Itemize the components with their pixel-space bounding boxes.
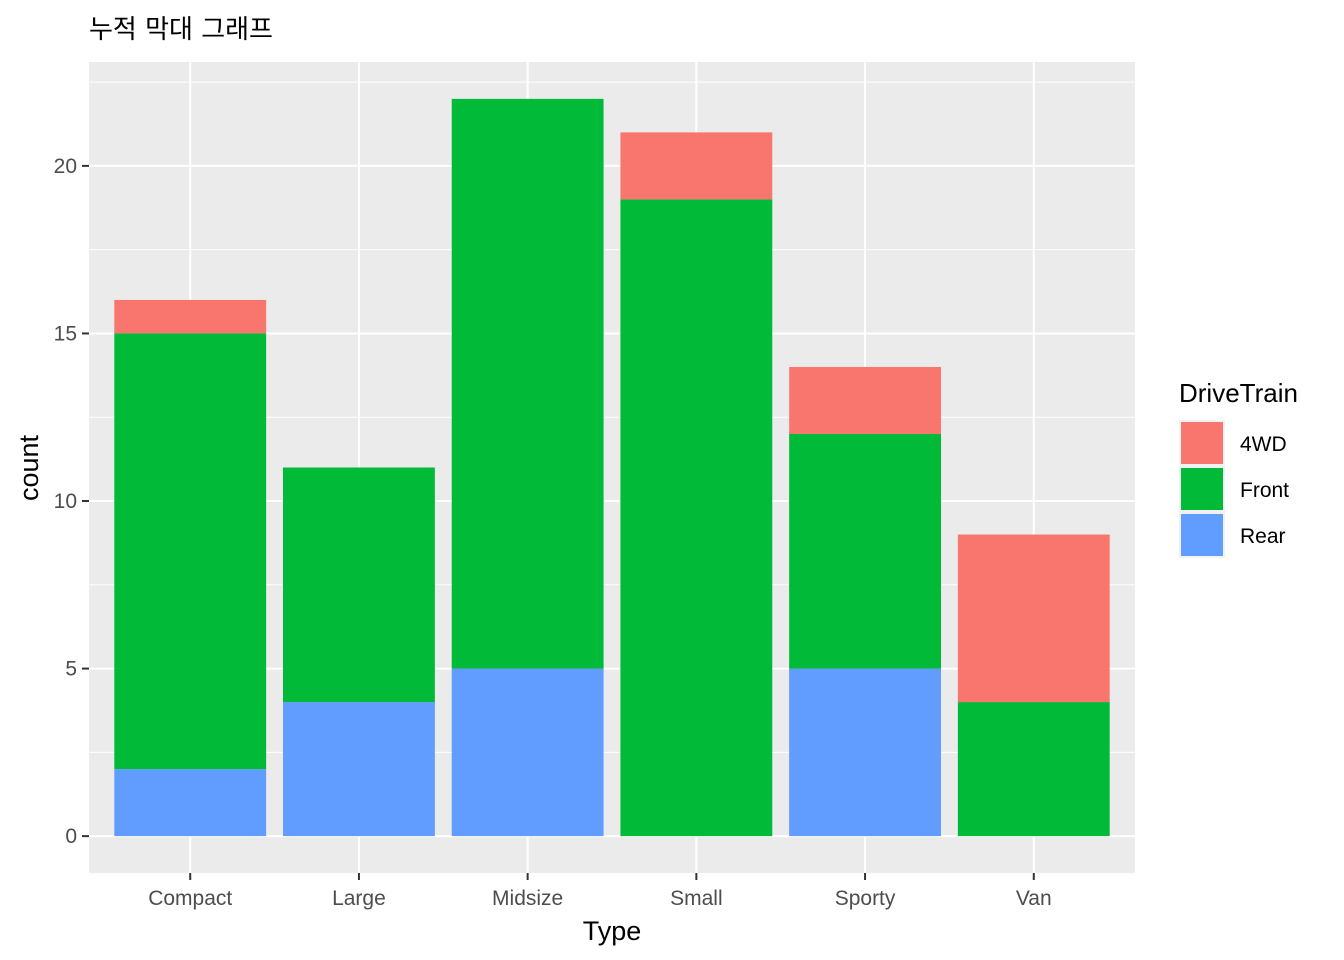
legend: DriveTrain 4WD Front Rear <box>1179 378 1298 558</box>
legend-key-4wd <box>1181 422 1223 464</box>
bar-segment-sporty-4wd <box>789 366 941 434</box>
x-axis: Compact Large Midsize Small Sporty Van <box>148 873 1052 910</box>
x-axis-title: Type <box>583 916 642 946</box>
chart-title: 누적 막대 그래프 <box>89 15 273 45</box>
bar-segment-small-front <box>620 199 773 837</box>
stacked-bar-chart: 누적 막대 그래프 0 5 10 15 20 Compact Large Midsize Sm… <box>14 15 1298 946</box>
legend-key-front <box>1181 468 1223 510</box>
x-tick-label: Sporty <box>835 887 896 910</box>
x-tick-label: Large <box>332 887 386 910</box>
bar-segment-van-front <box>957 702 1110 837</box>
legend-label: Rear <box>1240 525 1286 548</box>
bar-segment-midsize-front <box>451 98 604 669</box>
y-tick-label: 10 <box>54 490 77 513</box>
bar-segment-sporty-front <box>789 433 941 669</box>
y-axis: 0 5 10 15 20 <box>54 155 89 848</box>
y-tick-label: 0 <box>65 825 77 848</box>
legend-label: 4WD <box>1240 433 1287 456</box>
bar-segment-compact-4wd <box>114 299 267 334</box>
bar-segment-midsize-rear <box>451 668 604 837</box>
x-tick-label: Small <box>670 887 723 910</box>
legend-key-rear <box>1181 514 1223 556</box>
bar-segment-large-front <box>283 467 435 703</box>
x-tick-label: Midsize <box>492 887 563 910</box>
y-axis-title: count <box>14 434 44 501</box>
bar-segment-large-rear <box>283 702 435 837</box>
bar-segment-small-4wd <box>620 132 773 200</box>
bar-segment-sporty-rear <box>789 668 941 837</box>
y-tick-label: 20 <box>54 155 77 178</box>
y-tick-label: 5 <box>65 658 77 681</box>
x-tick-label: Van <box>1016 887 1052 910</box>
bar-segment-van-4wd <box>957 534 1110 703</box>
bar-segment-compact-rear <box>114 769 267 837</box>
x-tick-label: Compact <box>148 887 232 910</box>
y-tick-label: 15 <box>54 322 77 345</box>
legend-title: DriveTrain <box>1179 378 1298 408</box>
bar-segment-compact-front <box>114 333 267 770</box>
legend-label: Front <box>1240 479 1289 502</box>
